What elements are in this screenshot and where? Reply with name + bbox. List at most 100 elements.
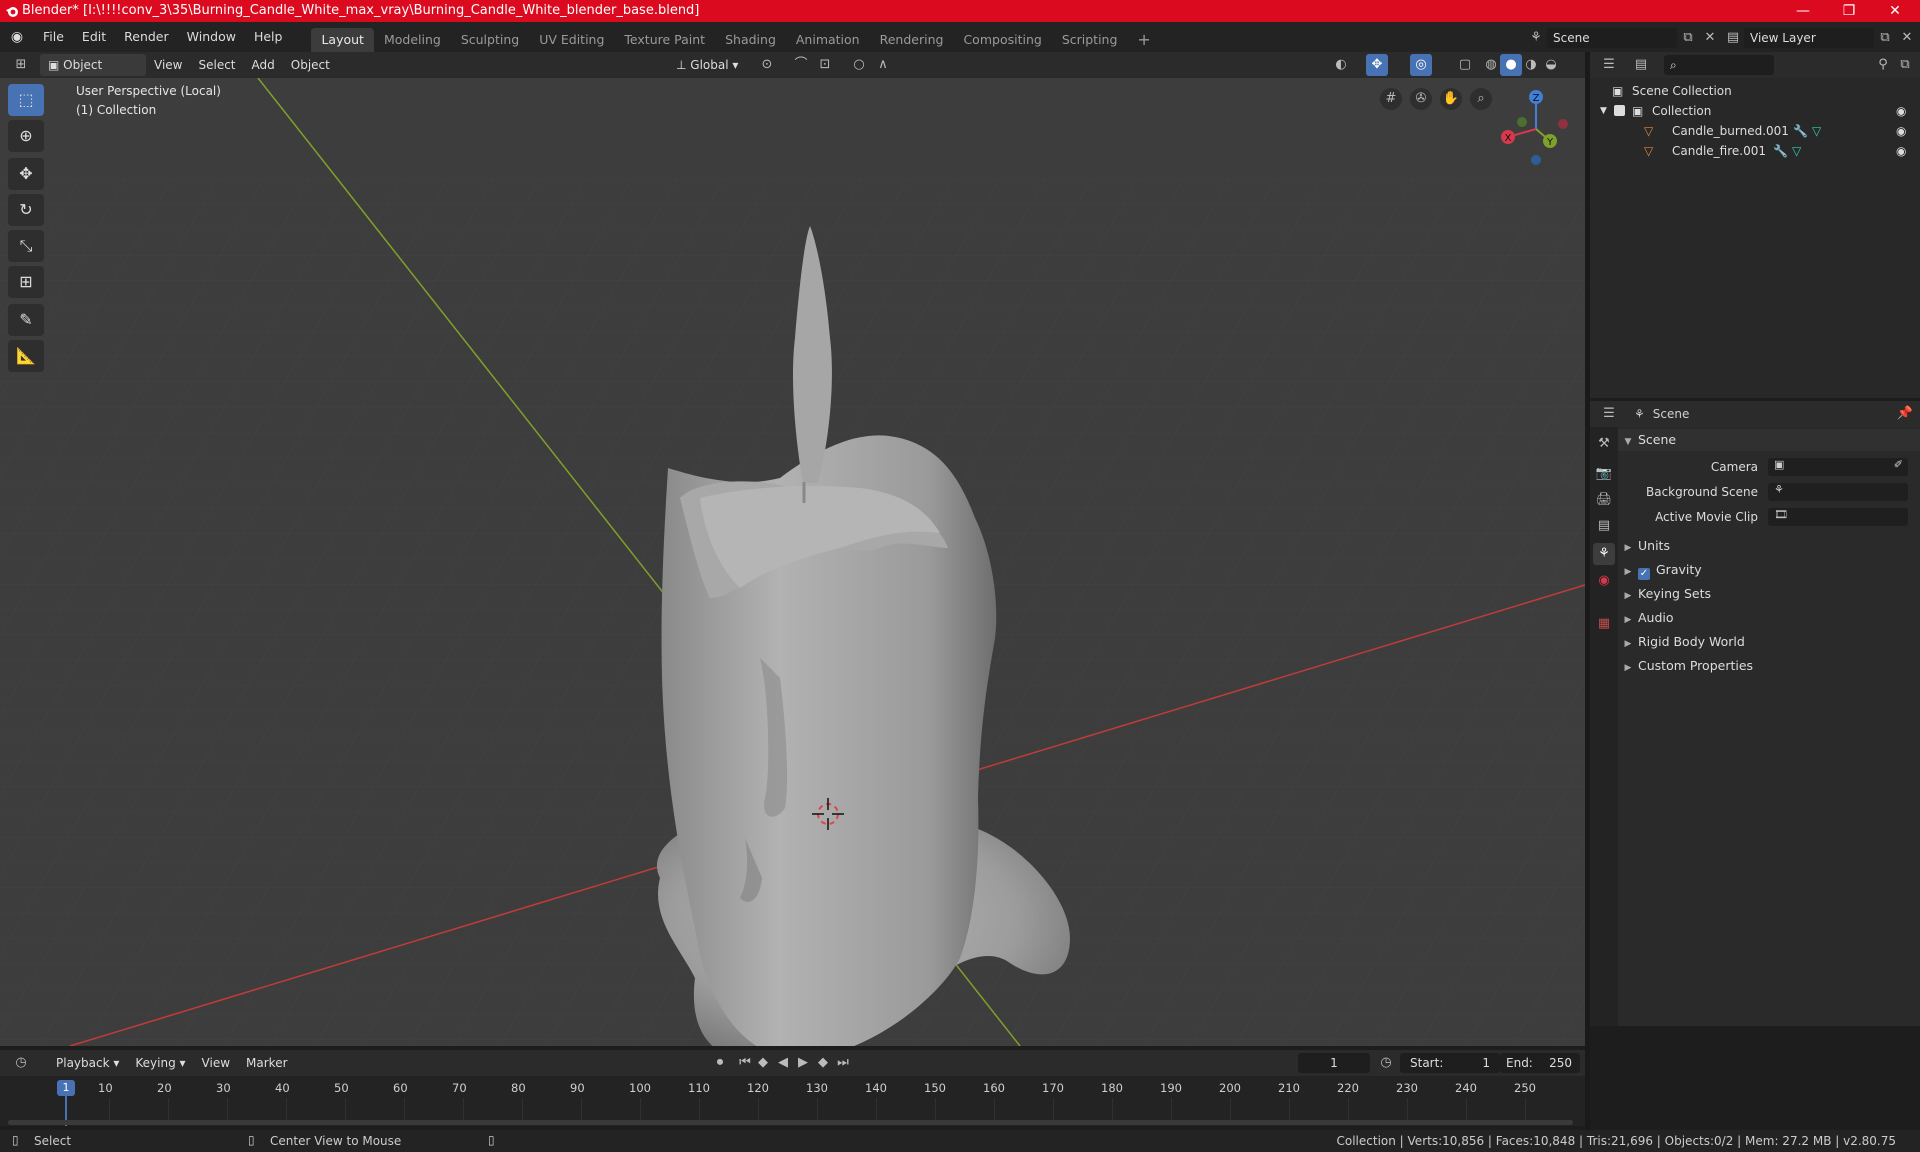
modifier-icon[interactable]: 🔧 <box>1773 141 1788 161</box>
navigation-gizmo[interactable]: Z X Y <box>1490 84 1572 166</box>
outliner-row-object[interactable]: ▽ Candle_fire.001 🔧 ▽ ◉ <box>1590 141 1920 161</box>
filter-icon[interactable]: ⚲ <box>1872 54 1894 76</box>
mode-dropdown[interactable]: ▣ Object Mode ▾ <box>40 54 146 94</box>
new-collection-icon[interactable]: ⧉ <box>1894 54 1916 76</box>
falloff-icon[interactable]: ∧ <box>872 54 894 76</box>
section-gravity[interactable]: ▶ ✓ Gravity <box>1618 559 1920 581</box>
zoom-view-icon[interactable]: ⌕ <box>1470 88 1492 110</box>
menu-object[interactable]: Object <box>283 54 338 76</box>
view-layer-tab-icon[interactable]: ▤ <box>1593 515 1615 537</box>
texture-tab-icon[interactable]: ▦ <box>1593 613 1615 635</box>
cursor-tool[interactable]: ⊕ <box>8 120 44 152</box>
timeline-scrollbar[interactable] <box>8 1120 1573 1125</box>
tab-compositing[interactable]: Compositing <box>953 28 1051 52</box>
view-layer-icon[interactable]: ▤ <box>1722 27 1744 49</box>
render-tab-icon[interactable]: 📷 <box>1593 463 1615 485</box>
view-layer-field[interactable]: View Layer <box>1744 28 1874 48</box>
camera-view-icon[interactable]: ✇ <box>1410 88 1432 110</box>
outliner-editor-type-icon[interactable]: ☰ <box>1598 54 1620 76</box>
tab-rendering[interactable]: Rendering <box>870 28 954 52</box>
tool-tab-icon[interactable]: ⚒ <box>1593 433 1615 455</box>
outliner-row-collection[interactable]: ▼ ▣ Collection ◉ <box>1590 101 1920 121</box>
section-units[interactable]: ▶ Units <box>1618 535 1920 557</box>
menu-help[interactable]: Help <box>245 22 292 52</box>
eye-icon[interactable]: ◉ <box>1896 101 1906 121</box>
solid-shading-icon[interactable]: ● <box>1500 54 1522 76</box>
wireframe-shading-icon[interactable]: ◍ <box>1480 54 1502 76</box>
active-movie-clip-field[interactable]: 🎞 <box>1768 508 1908 526</box>
pan-view-icon[interactable]: ✋ <box>1440 88 1462 110</box>
menu-window[interactable]: Window <box>178 22 245 52</box>
mesh-data-icon[interactable]: ▽ <box>1812 121 1821 141</box>
next-keyframe-icon[interactable]: ◆ <box>812 1052 834 1074</box>
blender-menu-icon[interactable]: ◉ <box>0 29 34 45</box>
snap-icon[interactable]: ⌒ <box>790 54 812 76</box>
properties-editor-type-icon[interactable]: ☰ <box>1598 403 1620 425</box>
play-reverse-icon[interactable]: ◀ <box>772 1052 794 1074</box>
select-box-tool[interactable]: ⬚ <box>8 84 44 116</box>
gizmo-toggle-icon[interactable]: ✥ <box>1366 54 1388 76</box>
new-view-layer-icon[interactable]: ⧉ <box>1874 27 1896 49</box>
display-mode-icon[interactable]: ▤ <box>1630 54 1652 76</box>
pivot-icon[interactable]: ⊙ <box>756 54 778 76</box>
preview-range-icon[interactable]: ◷ <box>1375 1052 1397 1074</box>
outliner-row-object[interactable]: ▽ Candle_burned.001 🔧 ▽ ◉ <box>1590 121 1920 141</box>
gravity-checkbox[interactable]: ✓ <box>1638 568 1650 580</box>
delete-view-layer-icon[interactable]: ✕ <box>1896 27 1918 49</box>
start-frame-field[interactable]: Start: 1 <box>1400 1053 1500 1073</box>
minimize-button[interactable]: — <box>1780 0 1826 22</box>
section-scene[interactable]: ▼ Scene <box>1618 429 1920 451</box>
menu-render[interactable]: Render <box>115 22 178 52</box>
menu-edit[interactable]: Edit <box>73 22 115 52</box>
overlay-toggle-icon[interactable]: ◎ <box>1410 54 1432 76</box>
camera-field[interactable]: ▣ ✐ <box>1768 458 1908 476</box>
xray-icon[interactable]: ▢ <box>1454 54 1476 76</box>
new-scene-icon[interactable]: ⧉ <box>1677 27 1699 49</box>
timeline-editor-type-icon[interactable]: ◷ <box>10 1052 32 1074</box>
tab-sculpting[interactable]: Sculpting <box>451 28 529 52</box>
timeline[interactable]: 10 20 30 40 50 60 70 80 90 100 110 120 130 140 150 160 1… <box>0 1076 1585 1126</box>
outliner-row-scene-collection[interactable]: ▣ Scene Collection <box>1590 81 1920 101</box>
toggle-grid-icon[interactable]: # <box>1380 88 1402 110</box>
proportional-edit-icon[interactable]: ○ <box>848 54 870 76</box>
tab-scripting[interactable]: Scripting <box>1052 28 1128 52</box>
eyedropper-icon[interactable]: ✐ <box>1894 458 1903 471</box>
pin-icon[interactable]: 📌 <box>1894 403 1916 425</box>
annotate-tool[interactable]: ✎ <box>8 304 44 336</box>
move-tool[interactable]: ✥ <box>8 158 44 190</box>
menu-select[interactable]: Select <box>190 54 243 76</box>
scene-icon[interactable]: ⚘ <box>1525 27 1547 49</box>
orientation-dropdown[interactable]: ⊥ Global ▾ <box>668 54 746 76</box>
end-frame-field[interactable]: End: 250 <box>1500 1053 1580 1073</box>
timeline-ruler[interactable]: 10 20 30 40 50 60 70 80 90 100 110 120 130 140 150 160 1… <box>0 1076 1585 1120</box>
menu-add[interactable]: Add <box>244 54 283 76</box>
tab-texture-paint[interactable]: Texture Paint <box>614 28 715 52</box>
mesh-data-icon[interactable]: ▽ <box>1792 141 1801 161</box>
editor-type-icon[interactable]: ⊞ <box>10 54 32 76</box>
section-custom-properties[interactable]: ▶ Custom Properties <box>1618 655 1920 677</box>
tab-animation[interactable]: Animation <box>786 28 870 52</box>
playback-dropdown[interactable]: Playback ▾ <box>48 1052 127 1074</box>
record-icon[interactable]: ⏺ <box>709 1052 731 1074</box>
eye-icon[interactable]: ◉ <box>1896 141 1906 161</box>
delete-scene-icon[interactable]: ✕ <box>1699 27 1721 49</box>
marker-menu[interactable]: Marker <box>238 1052 295 1074</box>
rotate-tool[interactable]: ↻ <box>8 194 44 226</box>
tab-shading[interactable]: Shading <box>715 28 786 52</box>
play-icon[interactable]: ▶ <box>792 1052 814 1074</box>
scene-tab-icon[interactable]: ⚘ <box>1593 543 1615 565</box>
snap-target-icon[interactable]: ⊡ <box>814 54 836 76</box>
section-audio[interactable]: ▶ Audio <box>1618 607 1920 629</box>
rendered-shading-icon[interactable]: ◒ <box>1540 54 1562 76</box>
menu-file[interactable]: File <box>34 22 73 52</box>
section-rigid-body-world[interactable]: ▶ Rigid Body World <box>1618 631 1920 653</box>
jump-end-icon[interactable]: ⏭ <box>832 1052 854 1074</box>
tab-uv-editing[interactable]: UV Editing <box>529 28 614 52</box>
prev-keyframe-icon[interactable]: ◆ <box>752 1052 774 1074</box>
visibility-icon[interactable]: ◐ <box>1330 54 1352 76</box>
measure-tool[interactable]: 📐 <box>8 340 44 372</box>
current-frame-field[interactable]: 1 <box>1298 1053 1370 1073</box>
background-scene-field[interactable]: ⚘ <box>1768 483 1908 501</box>
modifier-icon[interactable]: 🔧 <box>1793 121 1808 141</box>
scene-field[interactable]: Scene <box>1547 28 1677 48</box>
